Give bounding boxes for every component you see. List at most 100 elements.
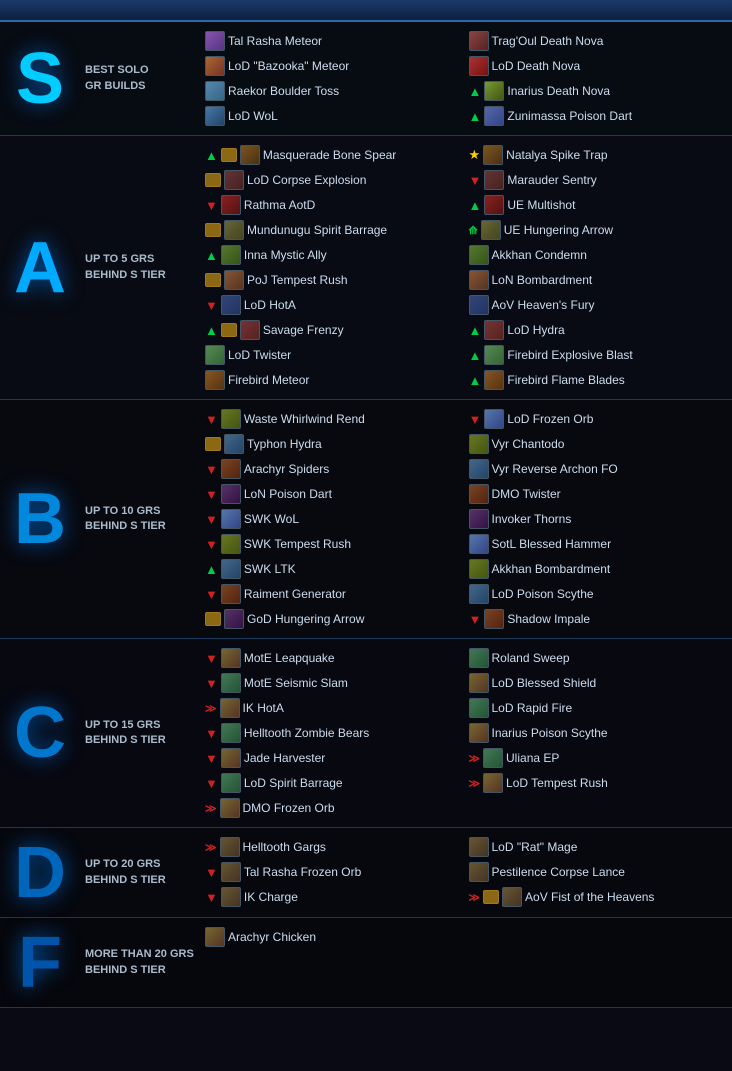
build-name: Savage Frenzy	[263, 323, 344, 337]
avatar	[221, 723, 241, 743]
build-name: Trag'Oul Death Nova	[492, 34, 604, 48]
build-name: LoD Poison Scythe	[492, 587, 594, 601]
avatar	[205, 106, 225, 126]
build-name: Arachyr Chicken	[228, 930, 316, 944]
down-arrow: ▼	[205, 865, 218, 880]
down-arrow: ▼	[205, 487, 218, 502]
avatar	[469, 484, 489, 504]
star-icon: ★	[469, 147, 481, 163]
build-name: Pestilence Corpse Lance	[492, 865, 625, 879]
avatar	[221, 245, 241, 265]
tier-d-right: LoD "Rat" Mage Pestilence Corpse Lance ≫…	[469, 836, 728, 909]
avatar	[220, 798, 240, 818]
up-arrow: ▲	[469, 348, 482, 363]
build-name: SWK WoL	[244, 512, 299, 526]
list-item: ▼ Marauder Sentry	[469, 169, 728, 191]
build-name: MotE Seismic Slam	[244, 676, 348, 690]
list-item: ▼ Waste Whirlwind Rend	[205, 408, 464, 430]
bag-icon	[205, 612, 221, 626]
avatar	[205, 31, 225, 51]
list-item: ▼ LoD HotA	[205, 294, 464, 316]
list-item: Typhon Hydra	[205, 433, 464, 455]
tier-c-label-col: C	[0, 639, 80, 827]
build-name: LoN Bombardment	[492, 273, 593, 287]
build-name: Akkhan Bombardment	[492, 562, 611, 576]
list-item: ≫ AoV Fist of the Heavens	[469, 886, 728, 908]
avatar	[205, 56, 225, 76]
down-arrow: ▼	[469, 612, 482, 627]
list-item: ⟰ UE Hungering Arrow	[469, 219, 728, 241]
build-name: Firebird Meteor	[228, 373, 309, 387]
build-name: Vyr Reverse Archon FO	[492, 462, 618, 476]
down-arrow: ▼	[205, 651, 218, 666]
tier-d-builds: ≫ Helltooth Gargs ▼ Tal Rasha Frozen Orb…	[200, 828, 732, 917]
tier-b-label-col: B	[0, 400, 80, 638]
list-item: ▲ UE Multishot	[469, 194, 728, 216]
tier-d-label-col: D	[0, 828, 80, 917]
list-item: ▲ Zunimassa Poison Dart	[469, 105, 728, 127]
up-arrow: ▲	[205, 323, 218, 338]
avatar	[481, 220, 501, 240]
build-name: Rathma AotD	[244, 198, 315, 212]
build-name: Inarius Poison Scythe	[492, 726, 608, 740]
build-name: LoD HotA	[244, 298, 296, 312]
bag-icon	[221, 323, 237, 337]
tier-f-desc: MORE THAN 20 GRSBEHIND S TIER	[85, 947, 194, 978]
up-arrow: ▲	[469, 373, 482, 388]
avatar	[469, 270, 489, 290]
build-name: Helltooth Gargs	[243, 840, 326, 854]
build-name: LoD WoL	[228, 109, 278, 123]
list-item: ▼ LoD Spirit Barrage	[205, 772, 464, 794]
down-arrow: ▼	[205, 198, 218, 213]
list-item: LoD "Rat" Mage	[469, 836, 728, 858]
tier-b-right: ▼ LoD Frozen Orb Vyr Chantodo Vyr Revers…	[469, 408, 728, 630]
list-item: ▲ Savage Frenzy	[205, 319, 464, 341]
down-arrow: ▼	[205, 676, 218, 691]
avatar	[221, 773, 241, 793]
list-item: ▼ Shadow Impale	[469, 608, 728, 630]
avatar	[221, 887, 241, 907]
tier-s-letter: S	[16, 43, 64, 115]
list-item: ≫ LoD Tempest Rush	[469, 772, 728, 794]
list-item: ≫ IK HotA	[205, 697, 464, 719]
avatar	[469, 837, 489, 857]
tier-f-left: Arachyr Chicken	[205, 926, 464, 999]
build-name: Inna Mystic Ally	[244, 248, 327, 262]
avatar	[224, 220, 244, 240]
list-item: ▼ LoN Poison Dart	[205, 483, 464, 505]
build-name: LoD Twister	[228, 348, 291, 362]
list-item: LoD WoL	[205, 105, 464, 127]
tier-s-desc-col: BEST SOLOGR BUILDS	[80, 22, 200, 135]
tier-a-label-col: A	[0, 136, 80, 399]
tier-c-letter: C	[14, 697, 66, 769]
list-item: ▼ LoD Frozen Orb	[469, 408, 728, 430]
list-item: ▲ Inarius Death Nova	[469, 80, 728, 102]
list-item: ▼ MotE Leapquake	[205, 647, 464, 669]
avatar	[221, 648, 241, 668]
bag-icon	[205, 173, 221, 187]
up-arrow: ▲	[205, 248, 218, 263]
build-name: LoD Death Nova	[492, 59, 581, 73]
list-item: ▲ Inna Mystic Ally	[205, 244, 464, 266]
list-item: LoD Twister	[205, 344, 464, 366]
avatar	[220, 837, 240, 857]
avatar	[224, 270, 244, 290]
build-name: Helltooth Zombie Bears	[244, 726, 369, 740]
build-name: AoV Heaven's Fury	[492, 298, 595, 312]
tier-c-desc: UP TO 15 GRSBEHIND S TIER	[85, 718, 166, 749]
avatar	[469, 559, 489, 579]
build-name: Zunimassa Poison Dart	[507, 109, 632, 123]
tier-s-right: Trag'Oul Death Nova LoD Death Nova ▲ Ina…	[469, 30, 728, 127]
tier-c-right: Roland Sweep LoD Blessed Shield LoD Rapi…	[469, 647, 728, 819]
bag-icon	[205, 223, 221, 237]
down-arrow: ▼	[205, 587, 218, 602]
build-name: LoD "Bazooka" Meteor	[228, 59, 349, 73]
avatar	[469, 584, 489, 604]
avatar	[484, 195, 504, 215]
avatar	[221, 748, 241, 768]
build-name: Marauder Sentry	[507, 173, 596, 187]
list-item: ▼ SWK WoL	[205, 508, 464, 530]
tier-s-desc: BEST SOLOGR BUILDS	[85, 63, 149, 94]
build-name: SWK Tempest Rush	[244, 537, 351, 551]
tier-b-desc: UP TO 10 GRSBEHIND S TIER	[85, 504, 166, 535]
